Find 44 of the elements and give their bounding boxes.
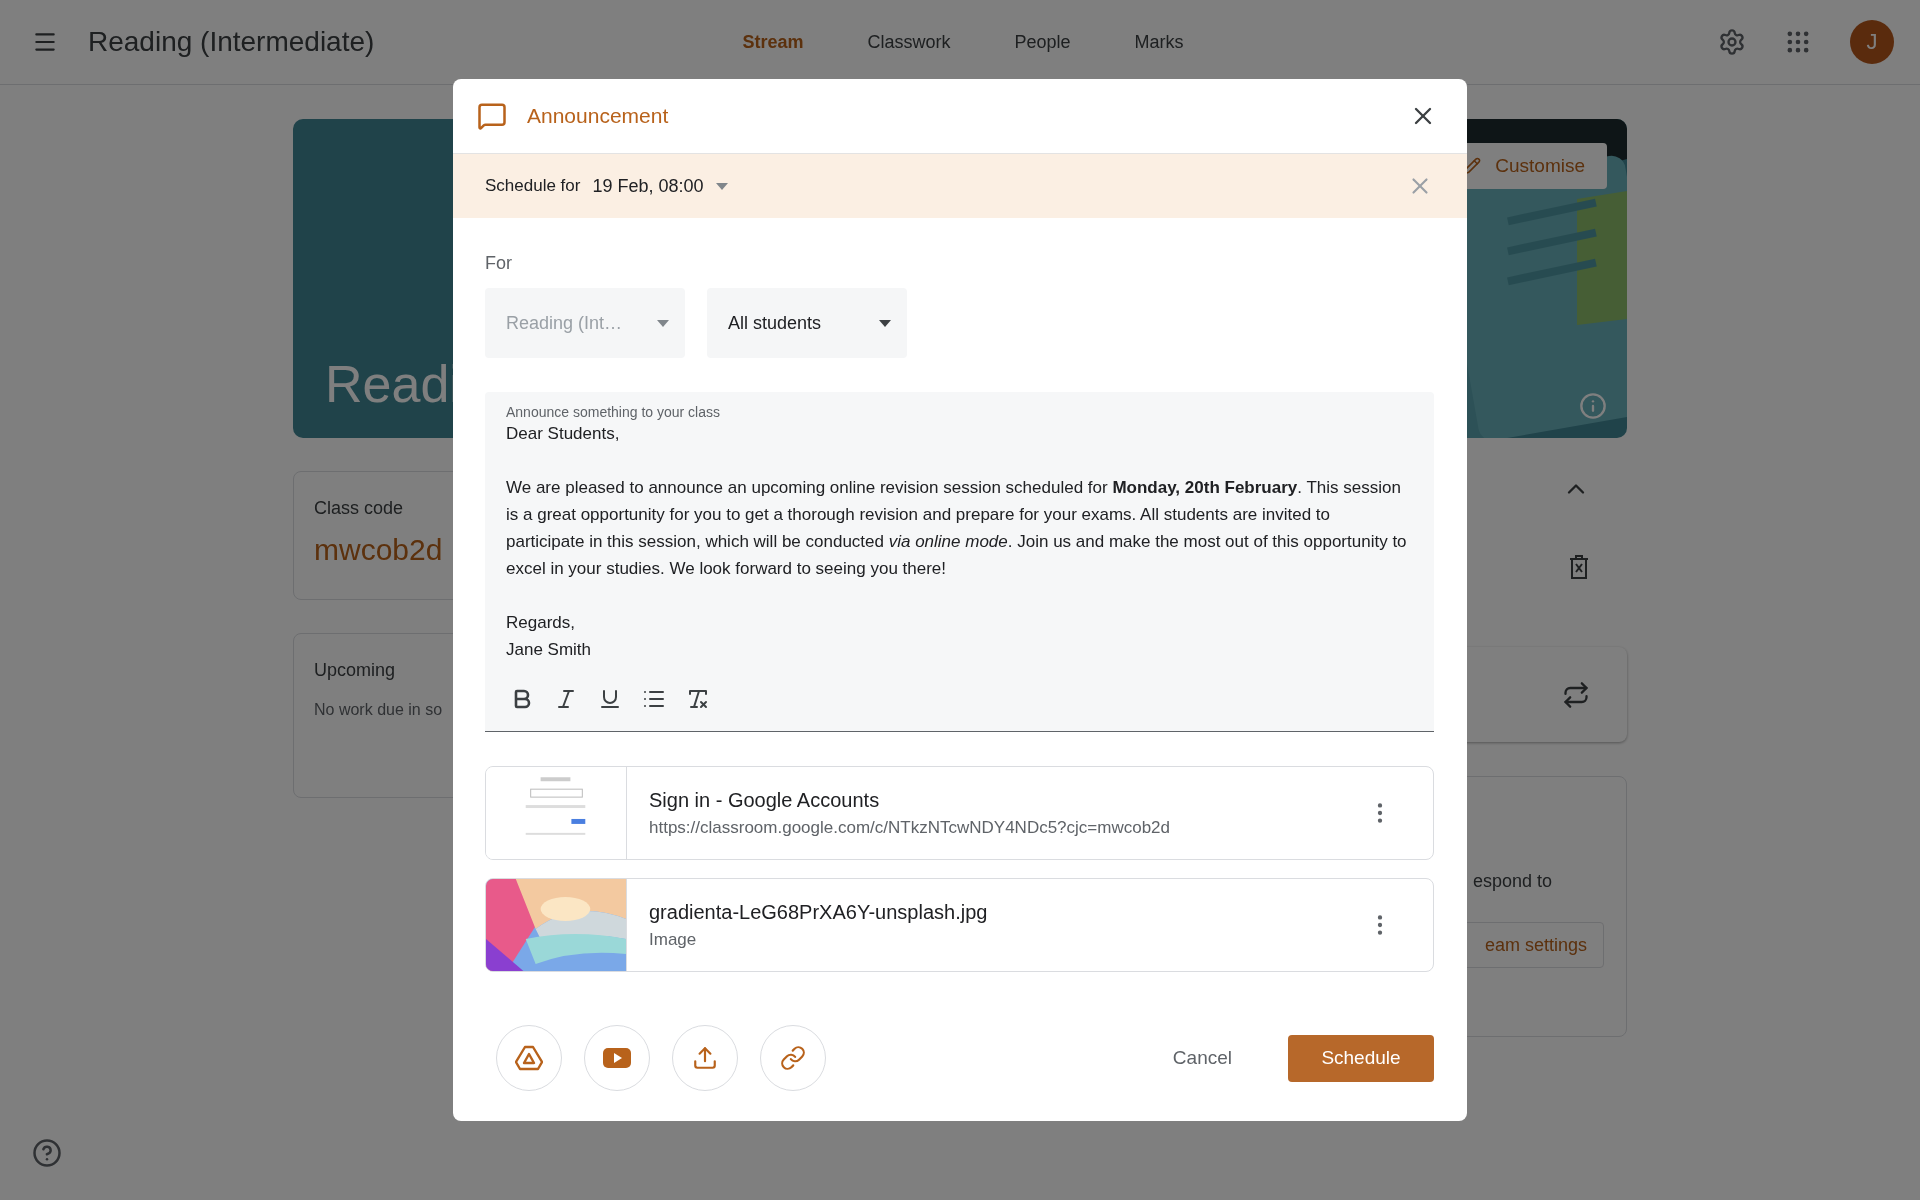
attachment-card[interactable]: Sign in - Google Accounts https://classroom.google.com/c/NTkzNTcwNDY4NDc5?cjc=mwcob2d — [485, 766, 1434, 860]
link-icon — [780, 1045, 806, 1071]
card-title: Class code — [314, 498, 404, 519]
upload-icon — [692, 1045, 718, 1071]
attachment-title: gradienta-LeG68PrXA6Y-unsplash.jpg — [649, 900, 989, 924]
attachment-card[interactable]: gradienta-LeG68PrXA6Y-unsplash.jpg Image — [485, 878, 1434, 972]
class-title: Reading (Intermediate) — [88, 26, 375, 58]
text-line: Dear Students, — [506, 423, 621, 445]
nav-tab[interactable]: Classwork — [847, 21, 971, 63]
text-line: Jane Smith — [506, 639, 593, 661]
nav-tab[interactable]: Marks — [1114, 21, 1204, 63]
attachment-subtitle: https://classroom.google.com/c/NTkzNTcwNDY4NDc5?cjc=mwcob2d — [649, 817, 1172, 838]
caret-icon — [657, 319, 669, 327]
nav-tab[interactable]: People — [994, 21, 1091, 63]
triangle-icon — [515, 1045, 543, 1071]
account-avatar[interactable]: J — [1850, 20, 1894, 64]
schedule-button[interactable]: Schedule — [1288, 1034, 1434, 1082]
attachment-subtitle: Image — [649, 929, 698, 950]
schedule-select[interactable]: 19 Feb, 08:00 — [592, 175, 728, 197]
nav-tab[interactable]: Stream — [722, 21, 824, 63]
card-text: No work due in so — [314, 701, 443, 719]
for-label: For — [485, 253, 513, 274]
text-line: Regards, — [506, 612, 576, 634]
cancel-button[interactable]: Cancel — [1152, 1035, 1252, 1081]
clear-format-icon[interactable] — [686, 687, 710, 711]
caret-icon — [715, 182, 728, 190]
caret-icon — [879, 319, 891, 327]
settings-icon[interactable] — [1718, 28, 1746, 56]
message-icon — [477, 101, 507, 131]
audience-select[interactable]: All students — [707, 288, 907, 358]
field-label: Announce something to your class — [506, 404, 721, 420]
schedule-label: Schedule for — [485, 176, 581, 196]
text-line: We are pleased to announce an upcoming online revision session scheduled for Monday, 20th February. This session is a great opportunity for you to get a thorough revision and prepare for your exams. All students are invited to participate in this session, which will be conducted via online mode. Join us and make the most out of this opportunity to excel in your studies. We look forward to seeing you there! — [506, 477, 1408, 580]
video-icon — [603, 1048, 631, 1068]
help-icon[interactable] — [32, 1138, 62, 1168]
announcement-field[interactable] — [485, 392, 1434, 732]
card-text: espond to — [1472, 871, 1552, 892]
attachment-title: Sign in - Google Accounts — [649, 788, 881, 812]
trash-icon[interactable] — [1568, 555, 1590, 579]
underline-icon[interactable] — [598, 687, 622, 711]
repeat-icon[interactable] — [1562, 680, 1590, 709]
class-code: mwcob2d — [314, 533, 443, 567]
dialog-title: Announcement — [527, 104, 670, 128]
card-title: Upcoming — [314, 660, 396, 681]
